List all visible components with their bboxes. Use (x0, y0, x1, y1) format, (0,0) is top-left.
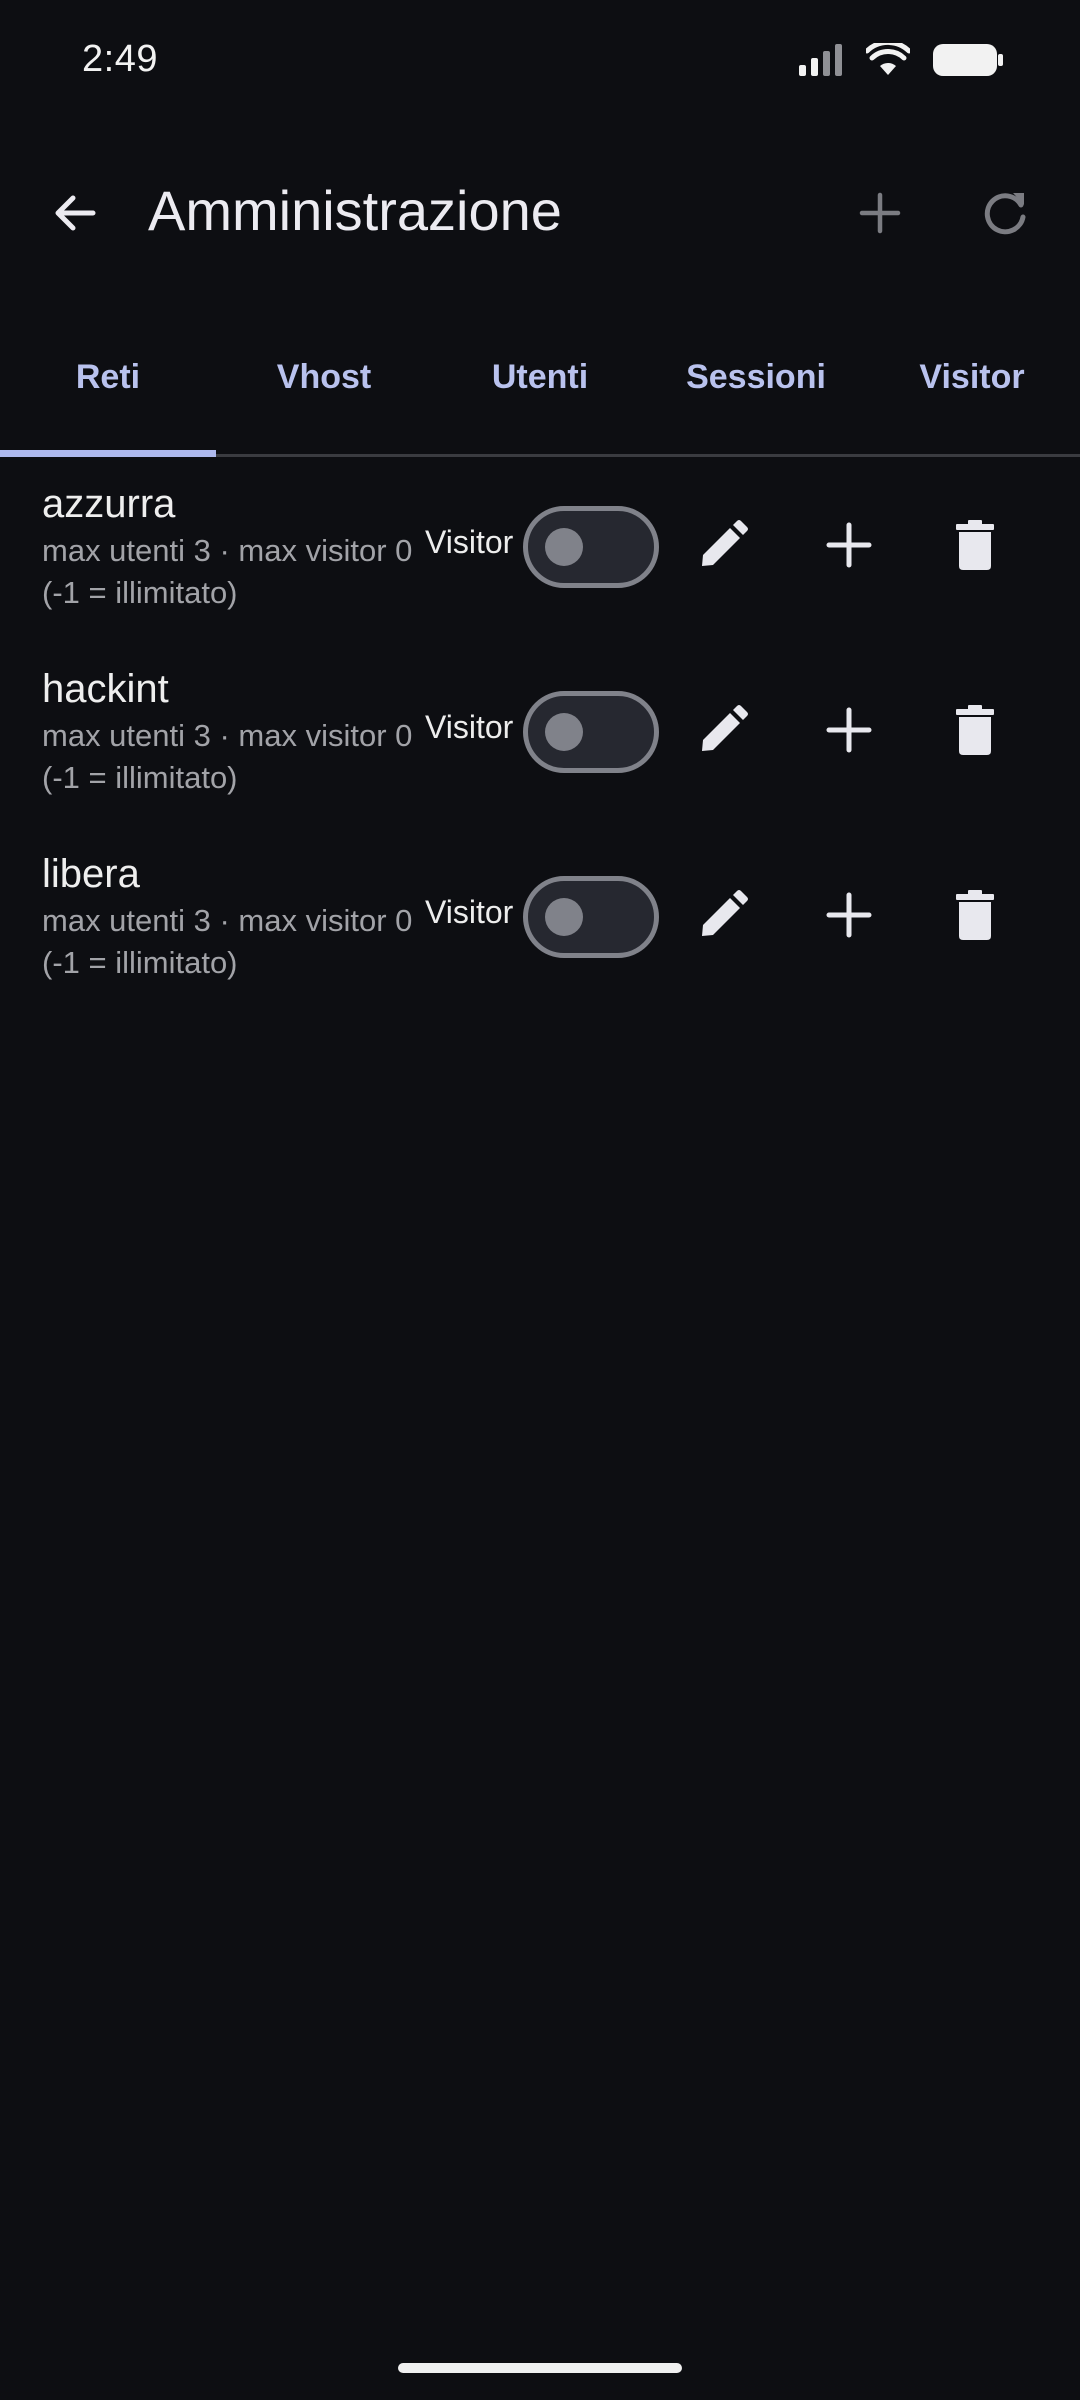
edit-button[interactable] (688, 697, 758, 767)
edit-button[interactable] (688, 512, 758, 582)
list-item: azzurra max utenti 3 · max visitor 0 (-1… (0, 470, 1080, 655)
tab-label: Vhost (276, 358, 372, 396)
plus-icon (826, 707, 872, 758)
network-meta: max utenti 3 · max visitor 0 (-1 = illim… (42, 718, 413, 795)
pencil-icon (695, 517, 751, 578)
delete-button[interactable] (940, 697, 1010, 767)
pencil-icon (695, 887, 751, 948)
tab-label: Visitor (919, 358, 1025, 396)
tab-label: Sessioni (686, 358, 826, 396)
wifi-icon (864, 39, 912, 82)
toggle-knob (545, 898, 583, 936)
delete-button[interactable] (940, 512, 1010, 582)
network-list: azzurra max utenti 3 · max visitor 0 (-1… (0, 470, 1080, 1025)
tab-vhost[interactable]: Vhost (216, 300, 432, 454)
arrow-left-icon (51, 189, 99, 242)
network-name: azzurra (42, 482, 176, 526)
trash-icon (954, 704, 996, 761)
tab-visitor[interactable]: Visitor (864, 300, 1080, 454)
refresh-button[interactable] (970, 180, 1040, 250)
network-meta: max utenti 3 · max visitor 0 (-1 = illim… (42, 533, 413, 610)
delete-button[interactable] (940, 882, 1010, 952)
network-name: libera (42, 852, 140, 896)
tab-bar: Reti Vhost Utenti Sessioni Visitor (0, 300, 1080, 457)
visitor-label: Visitor (425, 709, 514, 745)
visitor-toggle[interactable] (523, 506, 659, 588)
tab-utenti[interactable]: Utenti (432, 300, 648, 454)
add-network-button[interactable] (845, 180, 915, 250)
home-indicator[interactable] (398, 2363, 682, 2373)
tab-reti[interactable]: Reti (0, 300, 216, 457)
pencil-icon (695, 702, 751, 763)
page-title: Amministrazione (148, 179, 562, 242)
cellular-signal-icon (798, 43, 844, 82)
visitor-toggle[interactable] (523, 691, 659, 773)
trash-icon (954, 889, 996, 946)
status-icons (798, 39, 1004, 83)
status-bar: 2:49 (0, 0, 1080, 130)
plus-icon (858, 191, 902, 240)
status-time: 2:49 (82, 38, 158, 80)
plus-icon (826, 892, 872, 943)
trash-icon (954, 519, 996, 576)
tab-label: Utenti (491, 358, 589, 396)
visitor-label: Visitor (425, 524, 514, 560)
refresh-icon (979, 187, 1031, 244)
tab-sessioni[interactable]: Sessioni (648, 300, 864, 454)
tab-label: Reti (75, 358, 141, 396)
add-button[interactable] (814, 512, 884, 582)
app-bar: Amministrazione (0, 150, 1080, 275)
back-button[interactable] (40, 180, 110, 250)
network-meta: max utenti 3 · max visitor 0 (-1 = illim… (42, 903, 413, 980)
add-button[interactable] (814, 882, 884, 952)
visitor-toggle[interactable] (523, 876, 659, 958)
plus-icon (826, 522, 872, 573)
visitor-label: Visitor (425, 894, 514, 930)
battery-icon (932, 42, 1004, 83)
toggle-knob (545, 713, 583, 751)
add-button[interactable] (814, 697, 884, 767)
list-item: libera max utenti 3 · max visitor 0 (-1 … (0, 840, 1080, 1025)
toggle-knob (545, 528, 583, 566)
edit-button[interactable] (688, 882, 758, 952)
list-item: hackint max utenti 3 · max visitor 0 (-1… (0, 655, 1080, 840)
network-name: hackint (42, 667, 169, 711)
